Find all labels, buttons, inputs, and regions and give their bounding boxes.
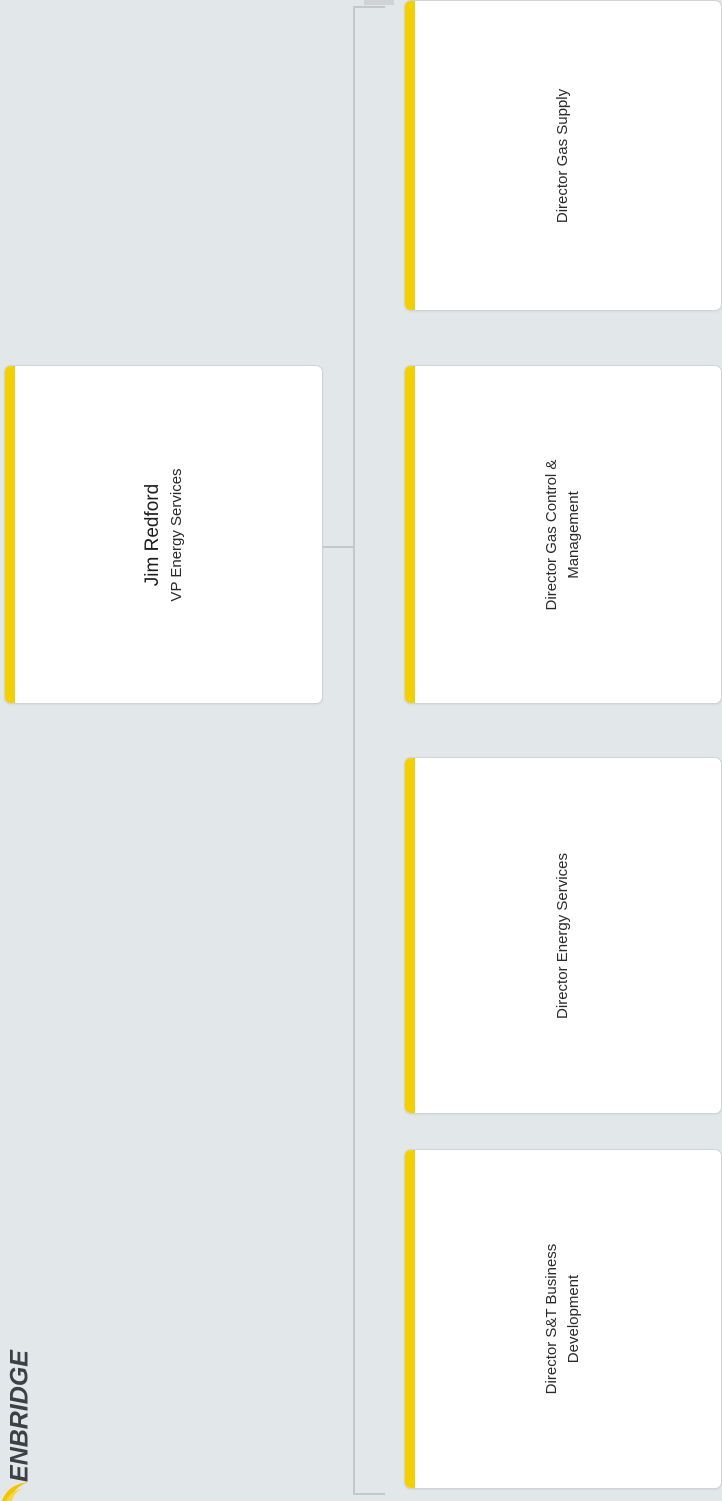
node-label: Director Energy Services	[552, 853, 574, 1019]
connector-top-tick	[364, 0, 394, 5]
node-title: Director Gas Supply	[554, 88, 571, 223]
org-node-child[interactable]: Director Gas Supply	[404, 0, 722, 311]
node-accent-bar	[405, 366, 415, 703]
node-title: VP Energy Services	[167, 467, 185, 602]
logo-text: ENBRIDGE	[5, 1349, 34, 1482]
node-accent-bar	[405, 1, 415, 310]
node-label: Director Gas Control & Management	[541, 420, 585, 650]
node-name: Jim Redford	[141, 483, 163, 586]
enbridge-flame-icon	[2, 1482, 28, 1501]
org-node-child[interactable]: Director Gas Control & Management	[404, 365, 722, 704]
node-label: Jim Redford VP Energy Services	[140, 468, 188, 601]
connector-top-stub	[353, 6, 385, 8]
node-title: Director Energy Services	[554, 852, 571, 1019]
node-accent-bar	[5, 366, 15, 703]
org-chart-canvas: Jim Redford VP Energy Services Director …	[0, 0, 722, 1501]
node-label: Director Gas Supply	[552, 88, 574, 222]
org-node-child[interactable]: Director Energy Services	[404, 757, 722, 1114]
org-node-root[interactable]: Jim Redford VP Energy Services	[4, 365, 323, 704]
node-accent-bar	[405, 758, 415, 1113]
org-node-child[interactable]: Director S&T Business Development	[404, 1149, 722, 1489]
node-accent-bar	[405, 1150, 415, 1488]
connector-bottom-stub	[353, 1493, 385, 1495]
node-title: Director Gas Control & Management	[543, 459, 582, 610]
node-label: Director S&T Business Development	[541, 1204, 585, 1434]
connector-vertical-bus	[353, 6, 355, 1495]
connector-root-to-bus	[322, 546, 354, 548]
node-title: Director S&T Business Development	[543, 1243, 582, 1395]
